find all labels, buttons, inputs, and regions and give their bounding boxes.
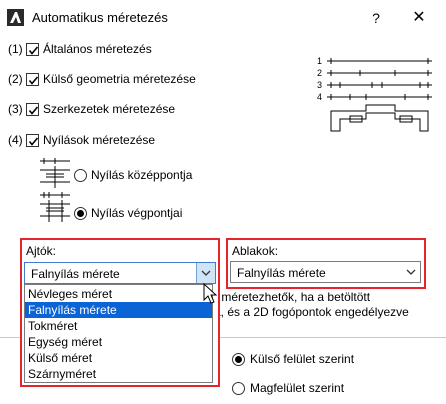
option-number: (4) — [8, 133, 23, 147]
level-label: 2 — [317, 68, 322, 78]
opening-center-radio[interactable] — [74, 168, 87, 182]
option-label: Szerkezetek méretezése — [43, 102, 176, 116]
option-number: (2) — [8, 72, 23, 86]
dropdown-option[interactable]: Egység méret — [25, 334, 212, 350]
archicad-app-icon — [7, 9, 24, 26]
option-row-exterior[interactable]: (2) Külső geometria méretezése — [8, 70, 196, 88]
exterior-surface-radio-row[interactable]: Külső felület szerint — [232, 352, 354, 366]
radio-label: Külső felület szerint — [250, 352, 355, 366]
doors-dropdown-list: Névleges méret Falnyílás mérete Tokméret… — [24, 284, 213, 383]
option-number: (1) — [8, 42, 23, 56]
openings-checkbox[interactable] — [26, 133, 39, 147]
dropdown-option-selected[interactable]: Falnyílás mérete — [25, 302, 212, 318]
dropdown-button[interactable] — [196, 263, 215, 283]
option-row-openings[interactable]: (4) Nyílások méretezése — [8, 131, 155, 149]
dimension-levels-diagram: 1 2 3 4 — [310, 55, 435, 135]
opening-endpoints-radio-row[interactable]: Nyílás végpontjai — [74, 206, 182, 220]
chevron-down-icon — [201, 270, 211, 276]
structures-checkbox[interactable] — [26, 102, 39, 116]
select-value: Falnyílás mérete — [237, 266, 326, 280]
radio-label: Nyílás középpontja — [91, 168, 193, 182]
info-line: a, és a 2D fogópontok engedélyezve — [214, 305, 409, 319]
level-label: 4 — [317, 92, 322, 102]
option-row-general[interactable]: (1) Általános méretezés — [8, 40, 152, 58]
check-icon — [28, 105, 39, 115]
help-button[interactable]: ? — [361, 6, 391, 30]
chevron-down-icon — [406, 265, 416, 282]
dropdown-option[interactable]: Névleges méret — [25, 286, 212, 302]
info-text: r méretezhetők, ha a betöltött a, és a 2… — [214, 290, 409, 320]
option-label: Külső geometria méretezése — [43, 72, 196, 86]
level-label: 3 — [317, 80, 322, 90]
core-surface-radio-row[interactable]: Magfelület szerint — [232, 381, 344, 395]
check-icon — [28, 45, 39, 55]
check-icon — [28, 75, 39, 85]
windows-dimension-select[interactable]: Falnyílás mérete — [230, 261, 421, 283]
dropdown-option[interactable]: Szárnyméret — [25, 366, 212, 382]
check-icon — [28, 136, 39, 146]
level-label: 1 — [317, 56, 322, 66]
option-label: Nyílások méretezése — [43, 133, 156, 147]
option-row-structures[interactable]: (3) Szerkezetek méretezése — [8, 100, 175, 118]
window-title: Automatikus méretezés — [32, 10, 168, 25]
mouse-cursor-icon — [203, 282, 219, 307]
doors-dimension-select[interactable]: Falnyílás mérete — [24, 262, 216, 284]
exterior-geometry-checkbox[interactable] — [26, 72, 39, 86]
option-number: (3) — [8, 102, 23, 116]
opening-center-radio-row[interactable]: Nyílás középpontja — [74, 168, 192, 182]
general-dimension-checkbox[interactable] — [26, 42, 39, 56]
dropdown-option[interactable]: Külső méret — [25, 350, 212, 366]
core-surface-radio[interactable] — [232, 381, 245, 395]
dropdown-option[interactable]: Tokméret — [25, 318, 212, 334]
opening-center-symbol-icon — [38, 158, 72, 188]
exterior-surface-radio[interactable] — [232, 352, 245, 366]
opening-endpoints-radio[interactable] — [74, 206, 87, 220]
info-line: r méretezhetők, ha a betöltött — [214, 290, 371, 304]
close-button[interactable]: ✕ — [402, 6, 436, 30]
opening-endpoints-symbol-icon — [38, 192, 72, 222]
doors-label: Ajtók: — [26, 244, 57, 258]
radio-label: Magfelület szerint — [250, 381, 345, 395]
windows-label: Ablakok: — [232, 244, 279, 258]
radio-label: Nyílás végpontjai — [91, 206, 183, 220]
option-label: Általános méretezés — [43, 42, 152, 56]
select-value: Falnyílás mérete — [31, 267, 120, 281]
